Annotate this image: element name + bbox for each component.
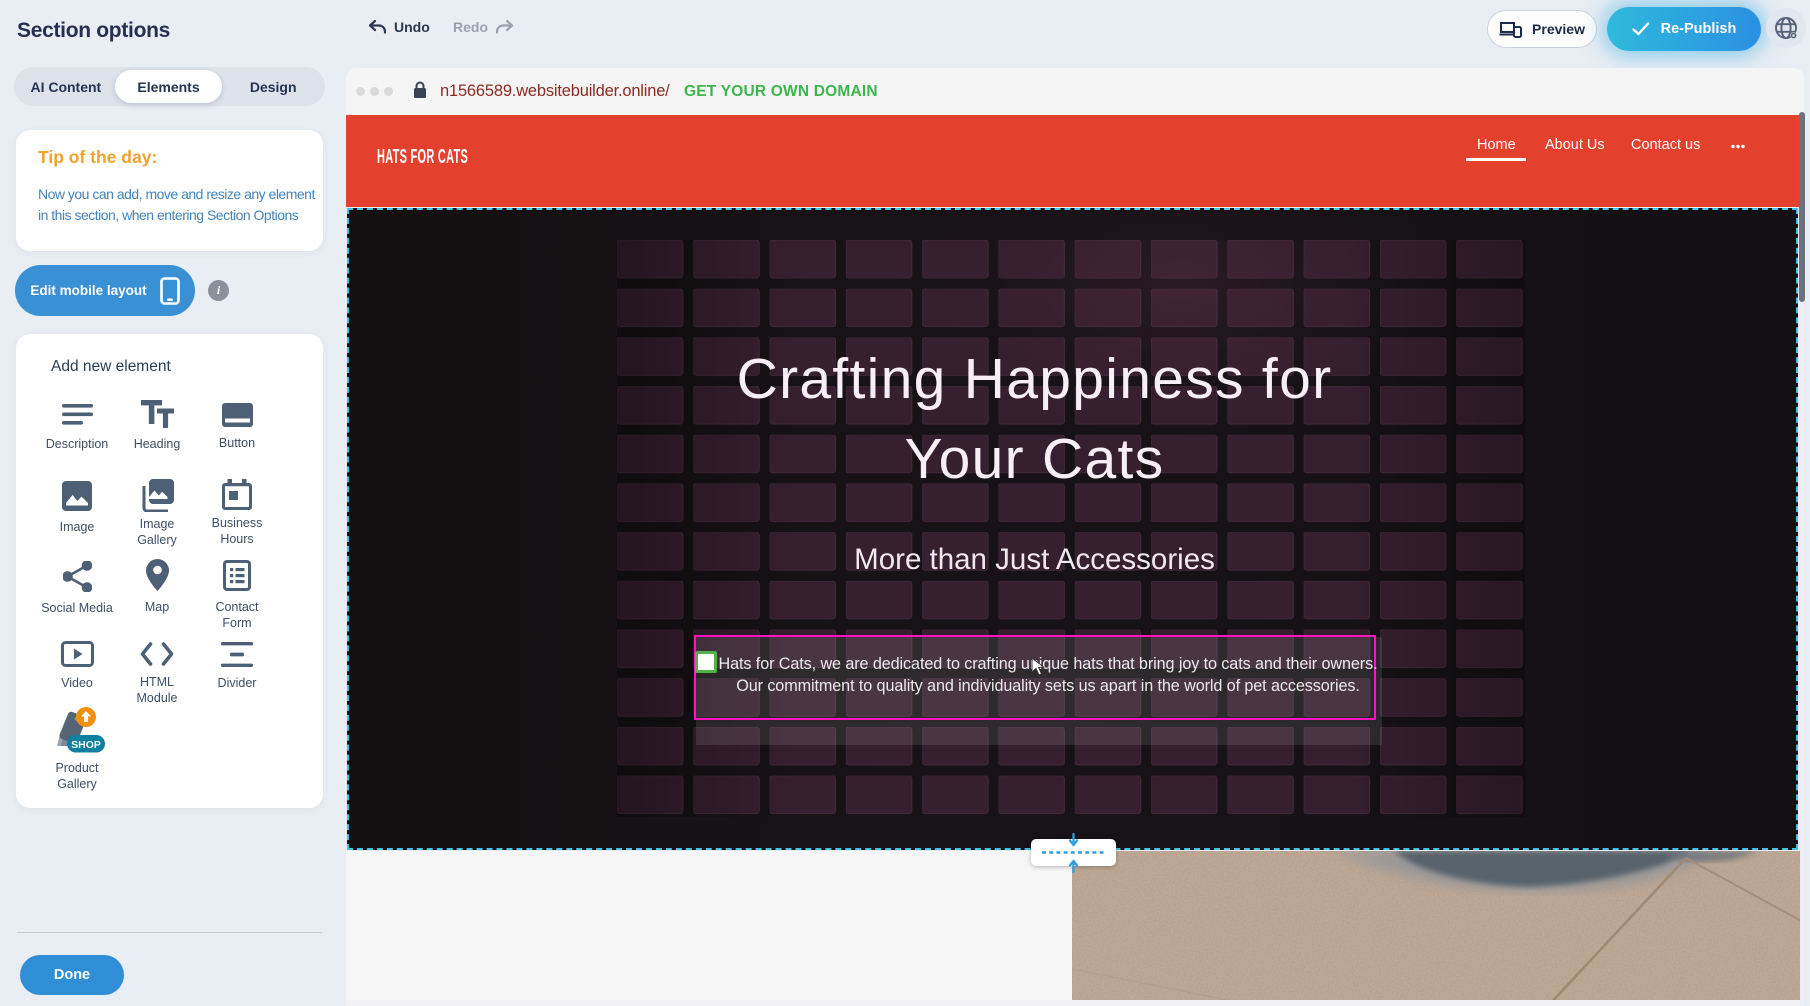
svg-text:SHOP: SHOP [71,739,101,751]
